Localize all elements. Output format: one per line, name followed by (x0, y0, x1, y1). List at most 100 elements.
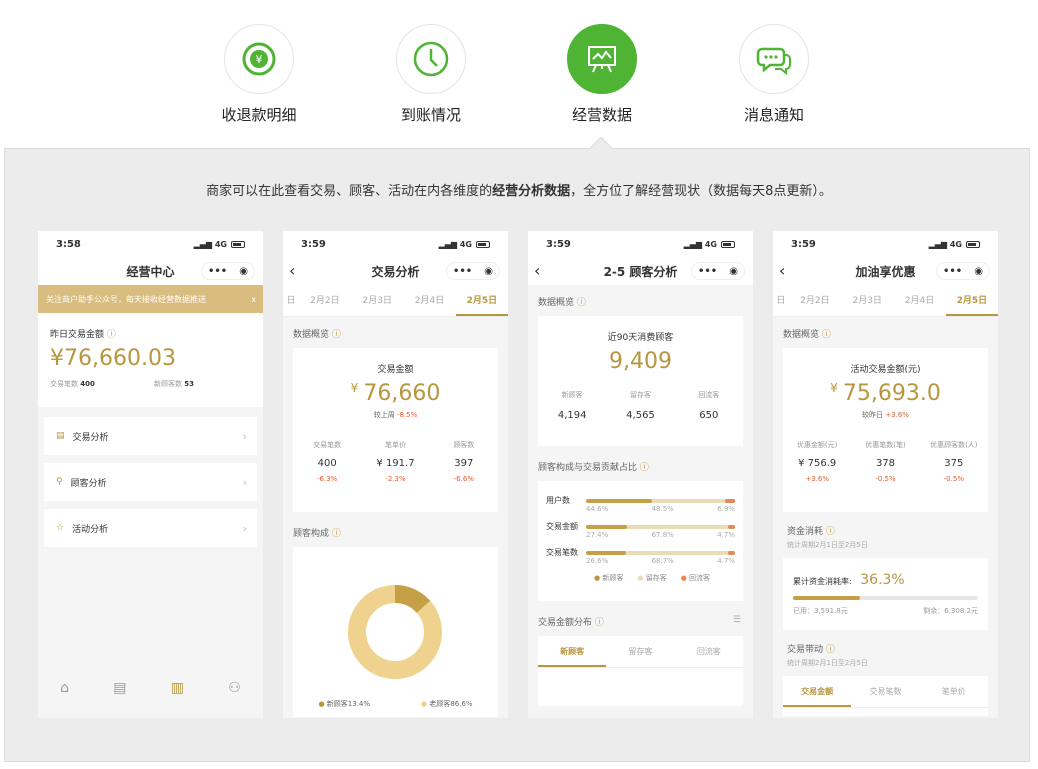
svg-text:¥: ¥ (256, 53, 263, 66)
back-icon[interactable]: ‹ (779, 261, 785, 280)
more-icon[interactable]: ••• (698, 266, 717, 277)
clock: 3:59 (791, 238, 816, 250)
compare-row: 较昨日 +3.6% (862, 411, 909, 419)
date-tab[interactable]: 2月2日 (299, 285, 351, 316)
distribution-card: 新顾客 留存客 回流客 (538, 636, 743, 706)
status-bar: 3:59 ▂▄▆ 4G (528, 231, 753, 257)
nav-bar: ‹ 交易分析 ••• ◉ (283, 257, 508, 285)
date-tab[interactable]: 2月3日 (841, 285, 893, 316)
battery-icon (721, 240, 735, 248)
stats-row: 优惠金额(元) ¥ 756.9 +3.6% 优惠笔数(笔) 378 -0.5% 优惠顾客… (796, 441, 978, 483)
section-title: 交易金额分布 ⓘ ☰ (538, 615, 741, 628)
section-title: 顾客构成与交易贡献占比 ⓘ (538, 463, 649, 473)
capsule-menu[interactable]: ••• ◉ (936, 262, 990, 280)
tab-new[interactable]: 新顾客 (538, 636, 607, 667)
date-tab[interactable]: 2月3日 (351, 285, 403, 316)
page-title: 2-5 顾客分析 (603, 264, 678, 279)
battery-icon (966, 240, 980, 248)
donut-chart: 老顾客 86.7% (348, 585, 442, 679)
tab-refund-details[interactable]: ¥ 收退款明细 (199, 24, 319, 125)
amount-row: ¥ 75,693.0 (830, 381, 941, 406)
date-tab[interactable]: 2月4日 (403, 285, 455, 316)
clock: 3:59 (546, 238, 571, 250)
donut-legend: ● 新顾客13.4% ● 老顾客86.6% (318, 700, 473, 708)
date-tab[interactable]: 2月2日 (789, 285, 841, 316)
tab-count[interactable]: 交易笔数 (851, 676, 919, 707)
drive-card: 交易金额 交易笔数 笔单价 (783, 676, 988, 716)
date-tab-active[interactable]: 2月5日 (455, 285, 508, 316)
tab-price[interactable]: 笔单价 (920, 676, 988, 707)
page-title: 交易分析 (371, 264, 420, 279)
intro-post: ，全方位了解经营现状（数据每天8点更新）。 (570, 184, 832, 199)
status-bar: 3:59 ▂▄▆ 4G (773, 231, 998, 257)
chart-icon[interactable]: ▥ (171, 680, 184, 696)
list-icon[interactable]: ▤ (113, 680, 126, 696)
clock-icon (396, 24, 466, 94)
intro-bold: 经营分析数据 (492, 184, 571, 199)
amount-value: ¥76,660.03 (50, 346, 176, 371)
close-target-icon[interactable]: ◉ (484, 266, 493, 277)
chart-board-icon (567, 24, 637, 94)
filter-icon[interactable]: ☰ (733, 615, 741, 625)
tab-business-data[interactable]: 经营数据 (542, 24, 662, 125)
capsule-menu[interactable]: ••• ◉ (691, 262, 745, 280)
section-title: 数据概览 ⓘ (538, 298, 586, 308)
home-icon[interactable]: ⌂ (60, 680, 69, 696)
date-tab[interactable]: 2月4日 (893, 285, 945, 316)
tab-label: 到账情况 (400, 106, 461, 124)
section-title: 交易带动 ⓘ 统计周期2月1日至2月5日 (787, 645, 868, 667)
close-target-icon[interactable]: ◉ (974, 266, 983, 277)
section-title: 顾客构成 ⓘ (293, 529, 341, 539)
more-icon[interactable]: ••• (208, 266, 227, 277)
card-label: 活动交易金额(元) (850, 365, 921, 375)
tab-arrival-status[interactable]: 到账情况 (371, 24, 491, 125)
chat-bubble-icon (739, 24, 809, 94)
nav-bar: ‹ 加油享优惠 ••• ◉ (773, 257, 998, 285)
tab-retained[interactable]: 留存客 (606, 636, 674, 667)
clock: 3:59 (301, 238, 326, 250)
tab-label: 经营数据 (571, 106, 632, 124)
tab-amount[interactable]: 交易金额 (783, 676, 852, 707)
drive-tabs: 交易金额 交易笔数 笔单价 (783, 676, 988, 708)
section-title: 数据概览 ⓘ (783, 330, 831, 340)
capsule-menu[interactable]: ••• ◉ (446, 262, 500, 280)
date-tab[interactable]: 日 (773, 285, 789, 316)
close-target-icon[interactable]: ◉ (729, 266, 738, 277)
capsule-menu[interactable]: ••• ◉ (201, 262, 255, 280)
card-label: 交易金额 (377, 365, 414, 375)
clock: 3:58 (56, 238, 81, 250)
bottom-tabbar: ⌂ ▤ ▥ ⚇ (38, 658, 263, 718)
date-tabs: 日 2月2日 2月3日 2月4日 2月5日 (773, 285, 998, 317)
tab-notifications[interactable]: 消息通知 (714, 24, 834, 125)
customer-donut-card: 老顾客 86.7% ● 新顾客13.4% ● 老顾客86.6% (293, 547, 498, 717)
menu-customer-analysis[interactable]: ⚲ 顾客分析 › (44, 463, 257, 501)
composition-row: 用户数 44.6% 48.5% 6.9% (546, 496, 735, 513)
tab-returning[interactable]: 回流客 (675, 636, 743, 667)
notice-banner[interactable]: 关注商户助手公众号，每天接收经营数据推送 x (38, 285, 263, 313)
overview-card: 近90天消费顾客 9,409 新顾客 4,194 留存客 4,565 回流客 650 (538, 316, 743, 446)
profile-icon[interactable]: ⚇ (228, 680, 241, 696)
back-icon[interactable]: ‹ (289, 261, 295, 280)
close-icon[interactable]: x (251, 295, 256, 304)
back-icon[interactable]: ‹ (534, 261, 540, 280)
yesterday-card: 昨日交易金额 ⓘ ¥76,660.03 交易笔数 400 新顾客数 53 (38, 313, 263, 407)
composition-row: 交易金额 27.4% 67.8% 4.7% (546, 522, 735, 539)
close-target-icon[interactable]: ◉ (239, 266, 248, 277)
chevron-right-icon: › (242, 521, 247, 535)
composition-row: 交易笔数 26.6% 68.7% 4.7% (546, 548, 735, 565)
phone-business-center: 3:58 ▂▄▆ 4G 经营中心 ••• ◉ 关注商户助手公众号，每天接收经营数据推送… (38, 231, 263, 718)
date-tab[interactable]: 日 (283, 285, 299, 316)
stats-row: 新顾客 4,194 留存客 4,565 回流客 650 (557, 391, 720, 421)
more-icon[interactable]: ••• (943, 266, 962, 277)
date-tab-active[interactable]: 2月5日 (945, 285, 998, 316)
donut-center-value: 86.7% (382, 633, 408, 642)
composition-card: 用户数 44.6% 48.5% 6.9% 交易金额 27.4% 67.8% 4.7% 交易笔… (538, 481, 743, 601)
menu-activity-analysis[interactable]: ☆ 活动分析 › (44, 509, 257, 547)
menu-label: 交易分析 (72, 432, 109, 443)
distribution-tabs: 新顾客 留存客 回流客 (538, 636, 743, 668)
menu-transaction-analysis[interactable]: ▤ 交易分析 › (44, 417, 257, 455)
intro-pre: 商家可以在此查看交易、顾客、活动在内各维度的 (206, 184, 493, 199)
star-icon: ☆ (56, 523, 65, 533)
compare-row: 较上周 -8.5% (373, 411, 418, 419)
more-icon[interactable]: ••• (453, 266, 472, 277)
